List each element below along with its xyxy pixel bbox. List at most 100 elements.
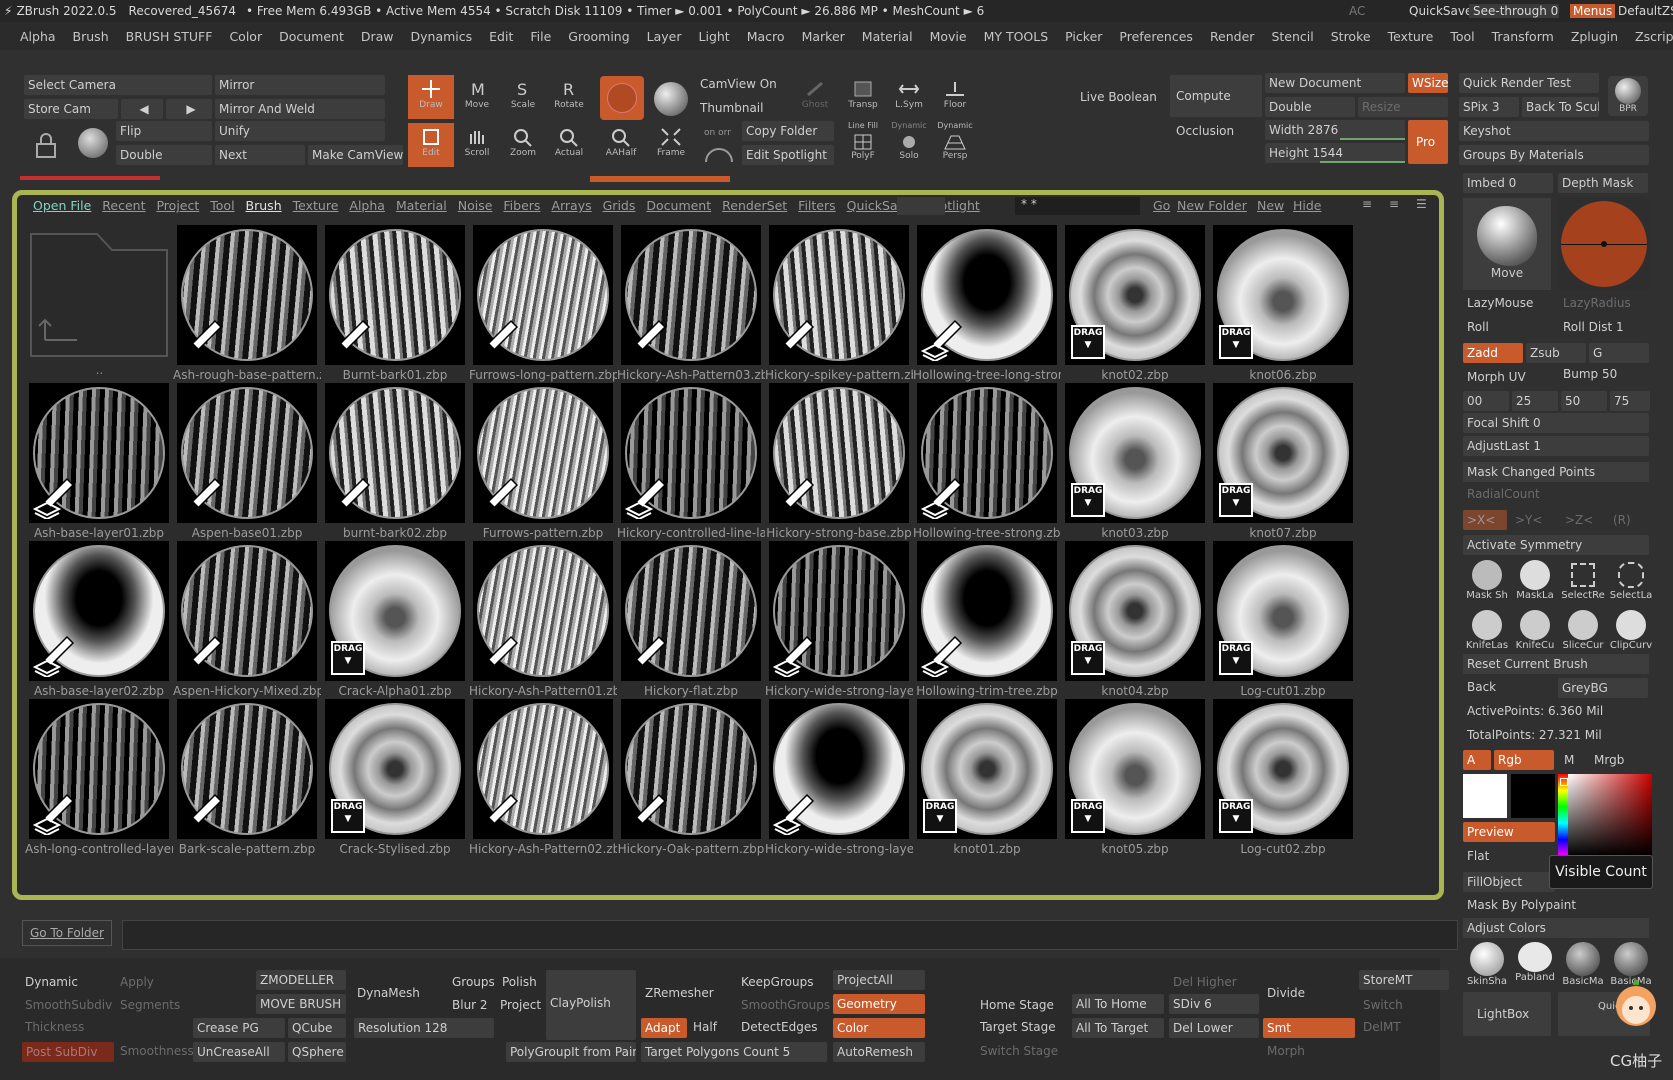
smt-button[interactable]: Smt	[1263, 1018, 1355, 1038]
thumbnail-button[interactable]: Thumbnail	[700, 101, 763, 115]
menu-item[interactable]: Alpha	[20, 29, 56, 44]
axis-z-button[interactable]: >Z<	[1565, 513, 1593, 527]
morph-uv-button[interactable]: Morph UV	[1467, 370, 1526, 384]
menu-item[interactable]: Light	[699, 29, 730, 44]
move-brush-button[interactable]: MOVE BRUSH	[256, 994, 346, 1014]
keyshot-button[interactable]: Keyshot	[1459, 121, 1649, 141]
num-75-button[interactable]: 75	[1610, 391, 1650, 411]
transp-button[interactable]: Transp	[840, 75, 886, 119]
post-subdiv-button[interactable]: Post SubDiv	[22, 1042, 114, 1062]
brush-thumbnail-item[interactable]: Aspen-Hickory-Mixed.zbp	[173, 541, 321, 701]
draw-tool-button[interactable]: Draw	[408, 75, 454, 119]
brush-thumbnail-item[interactable]: DRAG ▼ knot07.zbp	[1209, 383, 1357, 543]
roll-button[interactable]: Roll	[1467, 320, 1489, 334]
zoom-tool-button[interactable]: Zoom	[500, 123, 546, 167]
browser-tab[interactable]: Grids	[603, 198, 636, 213]
slice-curve-brush[interactable]: SliceCur	[1559, 610, 1607, 656]
activate-symmetry-button[interactable]: Activate Symmetry	[1463, 535, 1649, 555]
brush-thumbnail-item[interactable]: Aspen-base01.zbp	[173, 383, 321, 543]
browser-tab[interactable]: RenderSet	[722, 198, 787, 213]
lsym-button[interactable]: L.Sym	[886, 75, 932, 119]
select-lasso-brush[interactable]: SelectLa	[1607, 560, 1655, 606]
brush-thumbnail-item[interactable]: Ash-base-layer01.zbp	[25, 383, 173, 543]
brush-thumbnail-item[interactable]: DRAG ▼ Log-cut01.zbp	[1209, 541, 1357, 701]
browser-tab[interactable]: Document	[646, 198, 711, 213]
mask-changed-points-button[interactable]: Mask Changed Points	[1463, 462, 1649, 482]
mirror-and-weld-button[interactable]: Mirror And Weld	[215, 99, 385, 119]
occlusion-button[interactable]: Occlusion	[1176, 124, 1234, 138]
current-brush-button[interactable]: Move	[1463, 198, 1551, 290]
menu-item[interactable]: Material	[862, 29, 913, 44]
browser-tab[interactable]: Alpha	[349, 198, 385, 213]
apply-button[interactable]: Apply	[120, 975, 154, 989]
brush-thumbnail-item[interactable]: Hickory-strong-base.zbp	[765, 383, 913, 543]
del-higher-button[interactable]: Del Higher	[1173, 975, 1237, 989]
preview-button[interactable]: Preview	[1463, 822, 1555, 842]
list-view-icon[interactable]: ≡	[1362, 197, 1372, 211]
browser-tab[interactable]: Noise	[458, 198, 493, 213]
divide-button[interactable]: Divide	[1267, 986, 1305, 1000]
new-folder-button[interactable]: New Folder	[1177, 198, 1247, 213]
solo-button[interactable]: Dynamic Solo	[886, 121, 932, 165]
spix-slider[interactable]: SPix 3	[1459, 97, 1519, 117]
mask-lasso-brush[interactable]: MaskLa	[1511, 560, 1559, 606]
num-00-button[interactable]: 00	[1463, 391, 1509, 411]
mrgb-button[interactable]: Mrgb	[1594, 753, 1624, 767]
sdiv-slider[interactable]: SDiv 6	[1169, 994, 1259, 1014]
project-button[interactable]: Project	[500, 998, 541, 1012]
browser-tab[interactable]: Recent	[102, 198, 145, 213]
smoothness-slider[interactable]: Smoothness	[120, 1044, 194, 1058]
groups-by-materials-button[interactable]: Groups By Materials	[1459, 145, 1649, 165]
brush-thumbnail-item[interactable]: DRAG ▼ knot05.zbp	[1061, 699, 1209, 859]
m-button[interactable]: M	[1564, 753, 1574, 767]
depth-mask-button[interactable]: Depth Mask	[1558, 173, 1648, 193]
adjust-last-slider[interactable]: AdjustLast 1	[1463, 436, 1649, 456]
brush-thumbnail-item[interactable]: Furrows-pattern.zbp	[469, 383, 617, 543]
brush-thumbnail-item[interactable]: Hollowing-tree-long-stron	[913, 225, 1061, 385]
brush-thumbnail-item[interactable]: burnt-bark02.zbp	[321, 383, 469, 543]
zremesher-button[interactable]: ZRemesher	[645, 986, 714, 1000]
browser-tab[interactable]: Arrays	[551, 198, 591, 213]
brush-thumbnail-item[interactable]: Hickory-controlled-line-lay	[617, 383, 765, 543]
camview-on-button[interactable]: CamView On	[700, 77, 777, 91]
menu-item[interactable]: Zscript	[1635, 29, 1673, 44]
brush-thumbnail-item[interactable]: Hickory-Ash-Pattern02.zb	[469, 699, 617, 859]
next-arrow-icon[interactable]: ▶	[166, 99, 212, 119]
menu-item[interactable]: Edit	[489, 29, 513, 44]
a-button[interactable]: A	[1463, 750, 1491, 770]
color-sphere-icon[interactable]	[654, 82, 688, 116]
projectall-button[interactable]: ProjectAll	[833, 970, 925, 990]
pro-button[interactable]: Pro	[1408, 120, 1448, 164]
actual-tool-button[interactable]: Actual	[546, 123, 592, 167]
copy-folder-button[interactable]: Copy Folder	[742, 121, 834, 141]
scroll-tool-button[interactable]: Scroll	[454, 123, 500, 167]
search-input[interactable]: * *	[1015, 197, 1140, 215]
menu-item[interactable]: Texture	[1388, 29, 1434, 44]
width-slider-track[interactable]	[1340, 138, 1405, 140]
prev-arrow-icon[interactable]: ◀	[121, 99, 163, 119]
menu-item[interactable]: Picker	[1065, 29, 1102, 44]
menu-item[interactable]: Zplugin	[1571, 29, 1618, 44]
switch-button[interactable]: Switch	[1363, 998, 1403, 1012]
brush-thumbnail-item[interactable]: DRAG ▼ knot03.zbp	[1061, 383, 1209, 543]
zadd-button[interactable]: Zadd	[1463, 343, 1523, 363]
material-skinshade[interactable]: SkinSha	[1463, 942, 1511, 987]
material-pabland[interactable]: Pabland	[1511, 942, 1559, 983]
detectedges-button[interactable]: DetectEdges	[741, 1020, 817, 1034]
brush-thumbnail-item[interactable]: Ash-long-controlled-layer	[25, 699, 173, 859]
g-button[interactable]: G	[1589, 343, 1649, 363]
make-camview-button[interactable]: Make CamView	[308, 145, 403, 165]
browser-tab[interactable]: Fibers	[503, 198, 540, 213]
brush-thumbnail-item[interactable]: Furrows-long-pattern.zbp	[469, 225, 617, 385]
brush-thumbnail-item[interactable]: DRAG ▼ knot04.zbp	[1061, 541, 1209, 701]
menu-item[interactable]: BRUSH STUFF	[126, 29, 213, 44]
picker-handle[interactable]	[1560, 778, 1568, 786]
on-off-toggle[interactable]: on orr	[704, 128, 731, 138]
polygroupit-button[interactable]: PolyGroupIt from Paint	[506, 1042, 636, 1062]
blur-slider[interactable]: Blur 2	[452, 998, 488, 1012]
main-color-swatch[interactable]	[1463, 774, 1507, 818]
adapt-button[interactable]: Adapt	[641, 1018, 687, 1038]
dynamesh-button[interactable]: DynaMesh	[357, 986, 420, 1000]
lazyradius-slider[interactable]: LazyRadius	[1563, 296, 1631, 310]
brush-thumbnail-item[interactable]: Ash-base-layer02.zbp	[25, 541, 173, 701]
